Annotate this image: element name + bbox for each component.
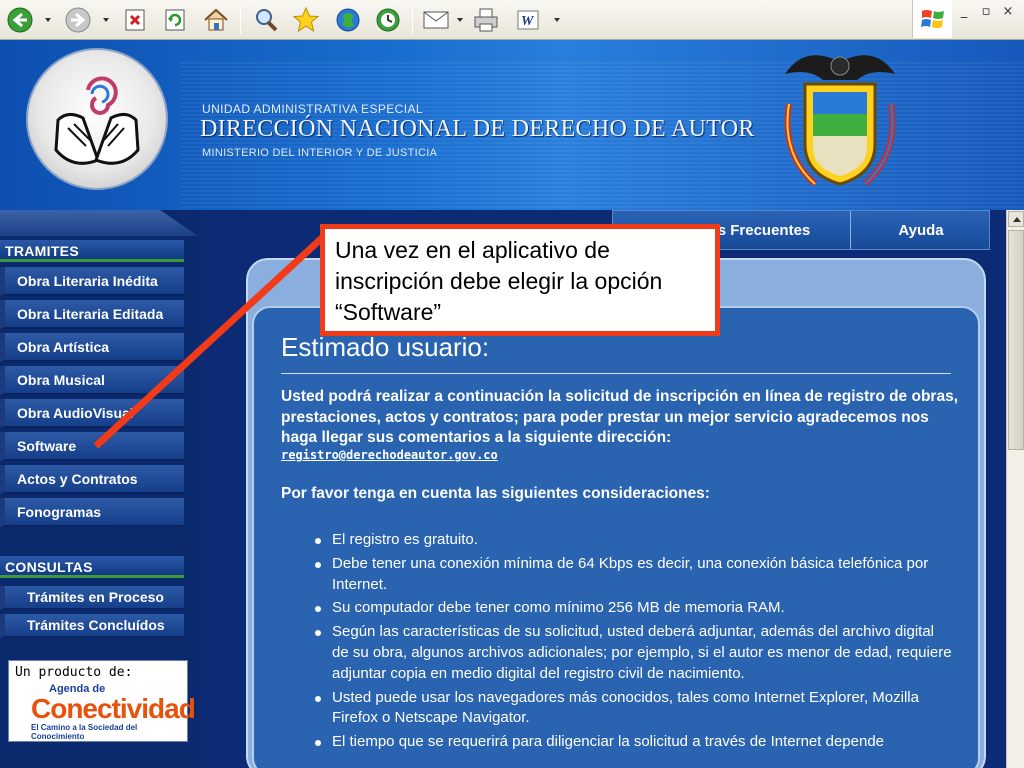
considerations-heading: Por favor tenga en cuenta las siguientes… (281, 485, 710, 502)
nav-obra-literaria-inedita[interactable]: Obra Literaria Inédita (0, 267, 184, 296)
stop-icon[interactable] (120, 5, 150, 35)
restore-button[interactable]: ▫ (978, 4, 994, 19)
annotation-callout: Una vez en el aplicativo de inscripción … (320, 224, 720, 336)
mail-icon[interactable] (420, 5, 452, 35)
scroll-up-button[interactable] (1008, 211, 1024, 227)
nav-obra-audiovisual[interactable]: Obra AudioVisual (0, 399, 184, 428)
history-icon[interactable] (372, 5, 404, 35)
windows-logo-icon (912, 0, 952, 38)
tab-ayuda[interactable]: Ayuda (852, 211, 990, 249)
agenda-conectividad-banner[interactable]: Un producto de: Agenda de Conectividad E… (8, 660, 196, 742)
considerations-list: El registro es gratuito. Debe tener una … (312, 530, 952, 756)
refresh-icon[interactable] (160, 5, 190, 35)
header-subtitle-bottom: MINISTERIO DEL INTERIOR Y DE JUSTICIA (202, 147, 438, 159)
divider (281, 373, 951, 374)
list-item: El tiempo que se requerirá para diligenc… (312, 732, 952, 753)
nav-tramites-en-proceso[interactable]: Trámites en Proceso (0, 586, 184, 610)
forward-dropdown-icon[interactable] (103, 18, 109, 22)
list-item: El registro es gratuito. (312, 530, 952, 551)
product-conectividad: Conectividad (31, 693, 196, 724)
home-icon[interactable] (200, 5, 232, 35)
list-item: Según las características de su solicitu… (312, 622, 952, 684)
nav-obra-musical[interactable]: Obra Musical (0, 366, 184, 395)
left-navigation: TRAMITES Obra Literaria Inédita Obra Lit… (0, 210, 198, 768)
minimize-button[interactable]: _ (956, 4, 972, 19)
nav-actos-y-contratos[interactable]: Actos y Contratos (0, 465, 184, 494)
list-item: Usted puede usar los navegadores más con… (312, 688, 952, 730)
forward-icon[interactable] (62, 5, 94, 35)
media-icon[interactable] (332, 5, 364, 35)
svg-text:W: W (521, 14, 535, 29)
back-icon[interactable] (4, 5, 36, 35)
nav-software[interactable]: Software (0, 432, 184, 461)
intro-text: Usted podrá realizar a continuación la s… (281, 388, 958, 446)
list-item: Debe tener una conexión mínima de 64 Kbp… (312, 554, 952, 596)
site-header: UNIDAD ADMINISTRATIVA ESPECIAL DIRECCIÓN… (0, 40, 1024, 210)
email-link[interactable]: registro@derechodeautor.gov.co (281, 448, 498, 462)
nav-obra-literaria-editada[interactable]: Obra Literaria Editada (0, 300, 184, 329)
list-item: Su computador debe tener como mínimo 256… (312, 598, 952, 619)
nav-fonogramas[interactable]: Fonogramas (0, 498, 184, 527)
product-label: Un producto de: (15, 665, 133, 680)
print-icon[interactable] (470, 5, 502, 35)
page-title: DIRECCIÓN NACIONAL DE DERECHO DE AUTOR (200, 116, 755, 142)
greeting-heading: Estimado usuario: (281, 332, 490, 362)
product-tagline: El Camino a la Sociedad del Conocimiento (31, 723, 138, 741)
browser-toolbar: W _ ▫ × (0, 0, 1024, 40)
colombia-crest-icon (775, 44, 905, 204)
consultas-heading: CONSULTAS (0, 556, 184, 578)
vertical-scrollbar[interactable] (1006, 210, 1024, 768)
nav-obra-artistica[interactable]: Obra Artística (0, 333, 184, 362)
scroll-thumb[interactable] (1008, 230, 1024, 450)
hands-logo-icon (26, 48, 168, 190)
tramites-heading: TRAMITES (0, 240, 184, 262)
mail-dropdown-icon[interactable] (457, 18, 463, 22)
back-dropdown-icon[interactable] (45, 18, 51, 22)
header-subtitle-top: UNIDAD ADMINISTRATIVA ESPECIAL (202, 102, 423, 116)
search-icon[interactable] (250, 5, 282, 35)
favorites-icon[interactable] (290, 5, 322, 35)
close-button[interactable]: × (1000, 4, 1016, 19)
word-dropdown-icon[interactable] (554, 18, 560, 22)
nav-tramites-concluidos[interactable]: Trámites Concluídos (0, 614, 184, 638)
word-icon[interactable]: W (512, 5, 544, 35)
